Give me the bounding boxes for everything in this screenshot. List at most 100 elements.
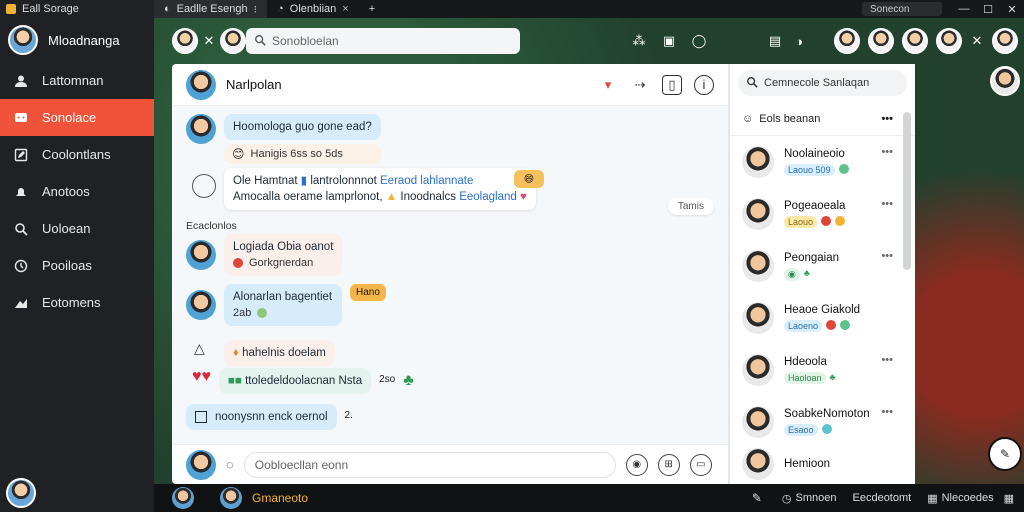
message-composer: ◌ Oobloecllan eonn ◉ ⊞ ▭ <box>172 444 728 484</box>
bottom-item-2[interactable]: Eecdeotomt <box>853 492 912 504</box>
sidebar-item-pooiloas[interactable]: Pooiloas <box>0 247 154 284</box>
grid-icon[interactable]: ▦ <box>1004 492 1014 505</box>
message-input[interactable]: Oobloecllan eonn <box>243 451 616 478</box>
avatar[interactable] <box>936 28 962 54</box>
avatar[interactable] <box>834 28 860 54</box>
close-icon[interactable]: × <box>342 3 348 15</box>
close-icon[interactable]: ✕ <box>198 30 220 52</box>
more-icon[interactable]: ••• <box>881 198 893 210</box>
contact-item[interactable]: Heaoe Giakold Laoeno <box>730 292 915 344</box>
message-bubble[interactable]: Alonarlan bagentiet 2ab <box>224 284 342 326</box>
avatar[interactable] <box>172 487 194 509</box>
more-icon[interactable]: ••• <box>881 146 893 158</box>
contact-item[interactable]: Noolaineoio Laouo 509 ••• <box>730 136 915 188</box>
compose-button[interactable]: ✎ <box>988 437 1022 471</box>
message-bubble[interactable]: ♦ hahelnis doelam <box>224 340 335 366</box>
message-link[interactable]: Eeolagland <box>459 191 517 203</box>
tab-second[interactable]: ◔ Olenbiian × <box>267 0 359 18</box>
avatar <box>742 448 774 480</box>
avatar[interactable] <box>220 487 242 509</box>
contact-status: ◉ <box>784 267 800 281</box>
sidebar-item-eotomens[interactable]: Eotomens <box>0 284 154 321</box>
new-tab-button[interactable]: + <box>359 0 385 18</box>
avatar[interactable] <box>868 28 894 54</box>
more-icon[interactable]: ••• <box>881 406 893 418</box>
bottom-item-1[interactable]: ◷ Smnoen <box>782 492 837 505</box>
network-icon[interactable]: ⁂ <box>628 30 650 52</box>
sidebar-item-uoloean[interactable]: Uoloean <box>0 210 154 247</box>
sidebar-item-coolontlans[interactable]: Coolontlans <box>0 136 154 173</box>
tab-active[interactable]: ◐ Eadlle Esengh ⁝ <box>154 0 268 18</box>
window-search[interactable]: Sonecon <box>862 2 942 16</box>
contact-item[interactable]: SoabkeNomoton Esaoo ••• <box>730 396 915 448</box>
message-item[interactable]: Hoomologa guo gone ead? 😊 Hanigis 6ss so… <box>186 114 381 164</box>
message-text: Inoodnalcs <box>400 191 456 203</box>
calendar-icon[interactable]: ▤ <box>764 30 786 52</box>
contacts-scrollbar[interactable] <box>903 112 911 270</box>
close-icon[interactable]: ✕ <box>1000 3 1024 16</box>
message-text: Alonarlan bagentiet <box>233 291 333 303</box>
message-card[interactable]: Ole Hamtnat ▮ lantrolonnnot Eeraod lahla… <box>224 168 536 210</box>
edit-icon[interactable]: ✎ <box>752 491 762 505</box>
maximize-icon[interactable]: ☐ <box>976 3 1000 16</box>
contact-item[interactable]: Peongaian ◉ ♣ ••• <box>730 240 915 292</box>
minimize-icon[interactable]: — <box>952 3 976 15</box>
contacts-search-input[interactable]: Cemnecole Sanlaqan <box>738 70 907 96</box>
message-item[interactable]: noonysnn enck oernol 2. <box>186 404 353 430</box>
emoji-picker-icon[interactable]: ◌ <box>226 457 234 472</box>
mic-button[interactable]: ◉ <box>625 453 648 476</box>
avatar[interactable] <box>220 28 246 54</box>
heart-icon: ♥♥ <box>192 368 211 385</box>
close-icon[interactable]: ✕ <box>966 30 988 52</box>
message-item[interactable]: Ole Hamtnat ▮ lantrolonnnot Eeraod lahla… <box>192 168 544 210</box>
message-text: Amocalla oerame lamprlonot, <box>233 191 383 203</box>
avatar[interactable] <box>186 449 216 480</box>
sidebar-item-anotoos[interactable]: Anotoos <box>0 173 154 210</box>
avatar[interactable] <box>186 240 216 270</box>
avatar[interactable] <box>186 290 216 320</box>
tab-menu-icon[interactable]: ⁝ <box>254 3 258 16</box>
avatar <box>742 250 774 282</box>
message-item[interactable]: Alonarlan bagentiet 2ab Hano <box>186 284 386 326</box>
message-bubble[interactable]: ■■ ttoledeldoolacnan Nsta <box>219 368 372 394</box>
avatar[interactable] <box>186 69 216 100</box>
pin-icon[interactable]: ▾ <box>598 75 618 95</box>
contact-item[interactable]: Hemioon <box>730 448 915 480</box>
more-icon[interactable]: ••• <box>881 354 893 366</box>
contact-item[interactable]: Pogeaoeala Laouo ••• <box>730 188 915 240</box>
message-bubble[interactable]: Logiada Obia oanot Gorkgnerdan <box>224 234 343 276</box>
message-item[interactable]: ♥♥ ■■ ttoledeldoolacnan Nsta 2so ♣ <box>192 368 414 394</box>
share-icon[interactable]: ⇢ <box>630 75 650 95</box>
message-item[interactable]: Logiada Obia oanot Gorkgnerdan <box>186 234 343 276</box>
reaction-badge[interactable]: 😄 <box>514 170 544 188</box>
avatar[interactable] <box>990 66 1020 96</box>
avatar[interactable] <box>6 478 36 508</box>
more-icon[interactable]: ••• <box>881 113 893 125</box>
bottom-item-3[interactable]: ▦ Nlecoedes <box>927 492 993 505</box>
avatar[interactable] <box>902 28 928 54</box>
message-bubble[interactable]: noonysnn enck oernol <box>186 404 337 430</box>
bottom-chat-name[interactable]: Gmaneoto <box>252 491 308 505</box>
search-icon[interactable]: ◯ <box>688 30 710 52</box>
contact-item[interactable]: Hdeoola Haoloan ♣ ••• <box>730 344 915 396</box>
info-icon[interactable]: i <box>694 74 714 95</box>
avatar[interactable] <box>992 28 1018 54</box>
message-bubble[interactable]: Hoomologa guo gone ead? <box>224 114 381 140</box>
sidebar-item-sonolace[interactable]: Sonolace <box>0 99 154 136</box>
gif-button[interactable]: ⊞ <box>657 453 680 476</box>
more-icon[interactable]: ••• <box>881 250 893 262</box>
sidebar-profile[interactable]: Mloadnanga <box>0 18 154 62</box>
avatar[interactable] <box>186 114 216 144</box>
camera-icon[interactable]: ▣ <box>658 30 680 52</box>
attach-button[interactable]: ▭ <box>689 453 712 476</box>
message-item[interactable]: △ ♦ hahelnis doelam <box>194 340 335 366</box>
avatar[interactable] <box>8 25 38 55</box>
profile-name: Mloadnanga <box>48 32 120 48</box>
search-input[interactable]: Sonobloelan <box>246 28 520 54</box>
archive-icon[interactable]: ▯ <box>662 74 682 95</box>
bottom-item-label: Smnoen <box>795 492 837 504</box>
avatar[interactable] <box>172 28 198 54</box>
sidebar-item-lattomnan[interactable]: Lattomnan <box>0 62 154 99</box>
message-link[interactable]: Eeraod lahlannate <box>380 175 473 187</box>
settings-icon[interactable]: ◑ <box>788 30 810 52</box>
